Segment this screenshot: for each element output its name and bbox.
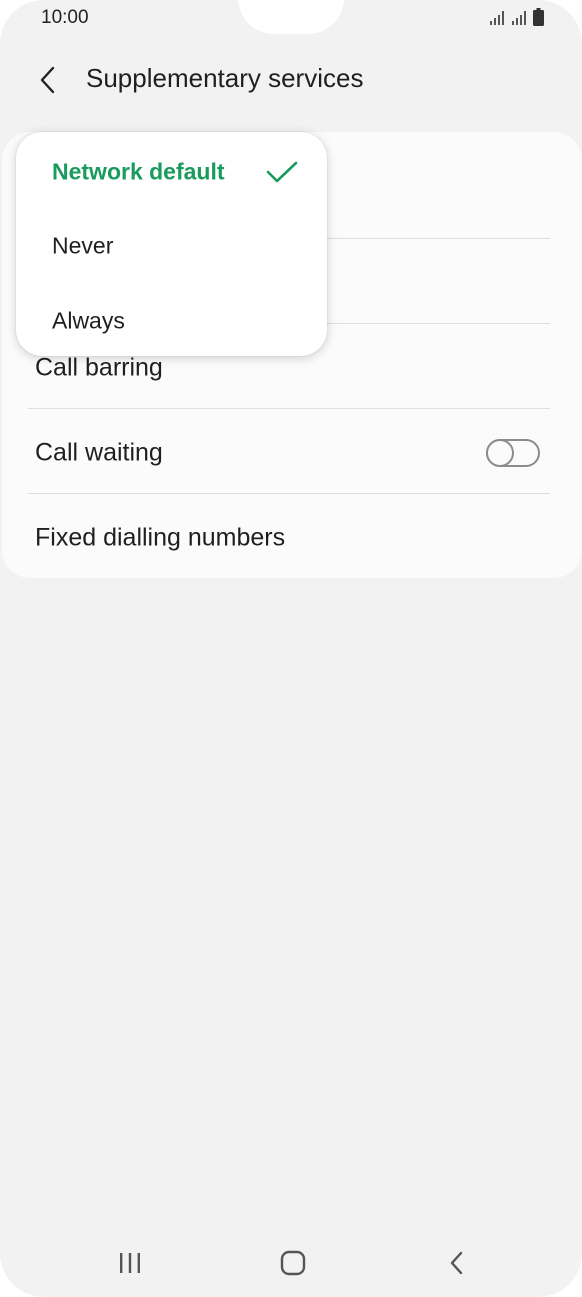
option-always[interactable]: Always (16, 283, 327, 358)
status-icons (489, 8, 544, 26)
option-label: Never (52, 232, 114, 258)
page-title: Supplementary services (86, 63, 364, 93)
caller-id-popup: Network default Never Always (16, 132, 327, 356)
divider (28, 493, 550, 494)
app-bar: Supplementary services (0, 50, 582, 110)
call-waiting-label: Call waiting (35, 438, 163, 466)
status-bar: 10:00 (0, 0, 582, 36)
battery-icon (533, 8, 544, 26)
recents-icon (120, 1253, 140, 1273)
chevron-left-icon (40, 66, 55, 94)
divider (28, 408, 550, 409)
option-label: Always (52, 307, 125, 333)
status-time: 10:00 (41, 7, 89, 28)
navigation-bar (0, 1225, 582, 1297)
signal-icon-2 (512, 11, 526, 25)
call-waiting-item[interactable]: Call waiting (28, 410, 550, 495)
back-button[interactable] (30, 60, 66, 100)
home-icon (280, 1250, 306, 1276)
fixed-dialling-numbers-item[interactable]: Fixed dialling numbers (28, 495, 550, 580)
toggle-knob (486, 438, 514, 467)
option-label: Network default (52, 158, 225, 184)
call-waiting-toggle[interactable] (486, 438, 540, 467)
signal-icon (490, 11, 504, 25)
fixed-dialling-numbers-label: Fixed dialling numbers (35, 523, 286, 551)
nav-back-button[interactable] (437, 1243, 477, 1283)
check-icon (266, 161, 298, 182)
recents-button[interactable] (110, 1243, 150, 1283)
phone-screen: 10:00 Supplementary services Call barrin… (0, 0, 582, 1297)
option-never[interactable]: Never (16, 208, 327, 283)
nav-back-icon (450, 1251, 463, 1275)
home-button[interactable] (273, 1243, 313, 1283)
option-network-default[interactable]: Network default (16, 134, 327, 209)
